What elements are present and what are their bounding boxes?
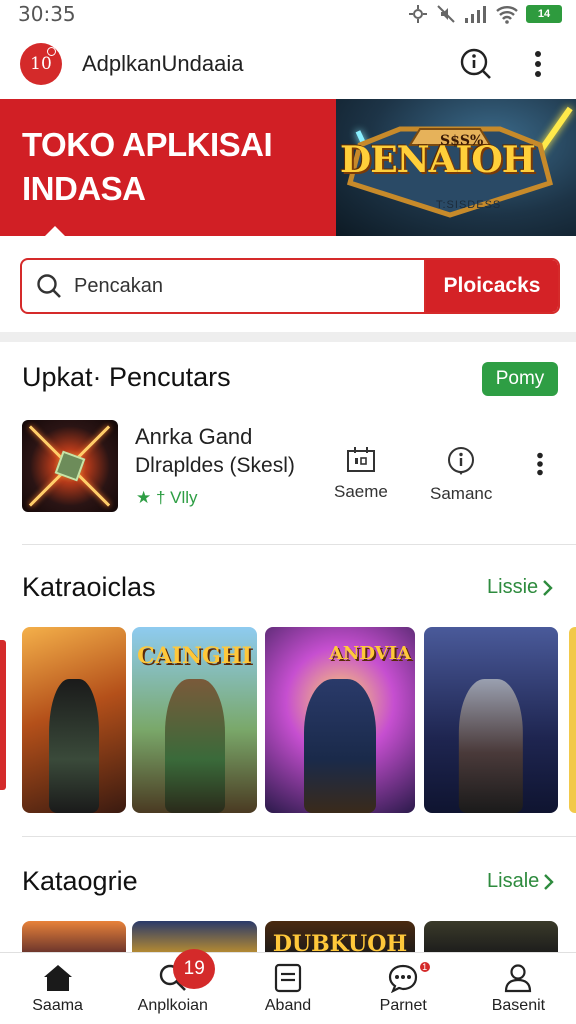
updates-pill-button[interactable]: Pomy <box>482 362 558 396</box>
app-name: Anrka Gand <box>135 424 253 449</box>
settings-gear-icon <box>409 5 427 23</box>
game-card-4[interactable] <box>424 627 558 813</box>
nav-item-search[interactable]: 19 Anplkoian <box>115 949 230 1024</box>
search-bar: Ploicacks <box>20 258 560 314</box>
section-title-categories: Katraoiclas <box>22 572 156 602</box>
game-card-title: ANDVIA <box>328 643 412 664</box>
app-action-saeme[interactable]: Saeme <box>334 446 388 502</box>
hero-figure <box>164 679 225 813</box>
hero-figure <box>304 679 376 813</box>
calendar-icon <box>346 447 375 472</box>
nav-label: Saama <box>32 997 83 1014</box>
chat-icon <box>389 964 418 993</box>
hero-figure <box>458 679 524 813</box>
app-list-item[interactable]: Anrka Gand Dlrapldes (Skesl) ★ † Vlly Sa… <box>0 410 576 520</box>
logo-badge-icon <box>47 47 56 56</box>
game-logo-sub: T:SISDESS <box>436 199 502 211</box>
app-description: Dlrapldes (Skesl) <box>135 454 295 477</box>
status-bar: 30:35 14 <box>0 0 576 28</box>
search-button[interactable]: Ploicacks <box>424 260 558 312</box>
banner-title: TOKO APLKISAI INDASA <box>22 126 273 207</box>
game-card-title: CAINGHI <box>137 643 252 669</box>
see-more-link-2[interactable]: Lisale <box>487 870 555 893</box>
section-divider <box>0 332 576 342</box>
status-time: 30:35 <box>18 2 76 26</box>
nav-item-list[interactable]: Aband <box>230 953 345 1024</box>
nav-item-profile[interactable]: Basenit <box>461 953 576 1024</box>
more-vertical-icon <box>537 452 543 476</box>
status-icons: 14 <box>408 4 562 24</box>
action-label: Saeme <box>334 482 388 501</box>
battery-indicator: 14 <box>526 5 562 23</box>
signal-icon <box>465 6 486 23</box>
app-overflow-button[interactable] <box>535 452 545 481</box>
app-action-samanc[interactable]: Samanc <box>430 446 492 504</box>
list-icon <box>274 963 302 993</box>
app-title: AdplkanUndaaia <box>82 51 244 76</box>
hero-figure <box>49 679 99 813</box>
overflow-menu-button[interactable] <box>518 44 558 84</box>
wifi-icon <box>496 6 518 24</box>
search-info-button[interactable] <box>456 44 496 84</box>
divider <box>22 544 576 545</box>
banner-notch <box>44 226 66 237</box>
see-more-link[interactable]: Lissie <box>487 576 554 599</box>
carousel-edge-right <box>569 627 576 813</box>
app-rating: ★ † Vlly <box>136 488 198 507</box>
app-icon <box>22 420 118 512</box>
nav-item-chat[interactable]: 1 Parnet <box>346 953 461 1024</box>
nav-label: Anplkoian <box>137 997 208 1014</box>
search-icon <box>37 274 61 298</box>
chevron-right-icon <box>543 579 553 596</box>
action-label: Samanc <box>430 484 493 503</box>
search-input[interactable] <box>74 274 374 298</box>
divider <box>22 836 576 837</box>
mute-icon <box>437 5 455 23</box>
nav-label: Basenit <box>491 997 546 1014</box>
see-more-label: Lissie <box>487 576 539 598</box>
section-title-updates: Upkat· Pencutars <box>22 362 231 392</box>
search-info-icon <box>460 48 491 79</box>
nav-label: Aband <box>264 997 312 1014</box>
more-vertical-icon <box>535 51 541 77</box>
game-card-2[interactable]: CAINGHI <box>132 627 257 813</box>
app-logo-text: 10 <box>30 54 52 74</box>
notification-dot: 1 <box>418 961 431 973</box>
bottom-navigation: Saama 19 Anplkoian Aband 1 Parnet Baseni… <box>0 949 576 1024</box>
game-card-1[interactable] <box>22 627 126 813</box>
info-icon <box>448 447 475 475</box>
search-field[interactable] <box>22 260 424 312</box>
chevron-right-icon <box>544 873 554 890</box>
section-title-categories-2: Kataogrie <box>22 866 138 896</box>
home-icon <box>43 965 72 991</box>
game-card-3[interactable]: ANDVIA <box>265 627 415 813</box>
person-icon <box>505 964 532 993</box>
nav-label: Parnet <box>379 997 427 1014</box>
game-logo-title: DENAIOH <box>340 139 536 181</box>
promo-banner[interactable]: TOKO APLKISAI INDASA S$S% DENAIOH T:SISD… <box>0 99 576 236</box>
app-logo[interactable]: 10 <box>20 43 62 85</box>
carousel-edge-left <box>0 640 6 790</box>
notification-badge: 19 <box>173 949 216 989</box>
app-bar: 10 AdplkanUndaaia <box>0 30 576 98</box>
see-more-label: Lisale <box>487 870 540 892</box>
nav-item-home[interactable]: Saama <box>0 953 115 1024</box>
